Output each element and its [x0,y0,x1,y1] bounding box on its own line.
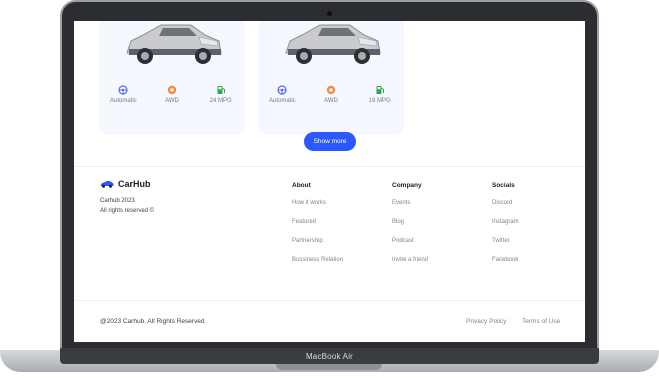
device-label: MacBook Air [305,352,354,361]
mpg-label: 19 MPG [368,98,391,104]
car-specs: Automatic AWD 24 MPG [99,85,245,104]
footer-link[interactable]: Twitter [492,238,519,244]
fuel-pump-icon [217,86,225,94]
footer-link[interactable]: Featured [292,219,343,225]
footer-link[interactable]: Instagram [492,219,519,225]
car-logo-icon [100,180,114,188]
footer-brand[interactable]: CarHub [100,179,151,189]
tire-icon [167,85,177,95]
footer-column-company: Company Events Blog Podcast Invite a fri… [392,182,428,276]
brand-name: CarHub [118,179,151,189]
drive-spec: AWD [150,85,194,104]
footer-link[interactable]: How it works [292,200,343,206]
footer-link[interactable]: Facebook [492,257,519,263]
transmission-label: Automatic [109,98,137,104]
transmission-label: Automatic [268,98,296,104]
drive-label: AWD [165,98,179,104]
footer-link[interactable]: Bussiness Relation [292,257,343,263]
footer-link[interactable]: Blog [392,219,428,225]
car-image [285,24,381,64]
footer-link[interactable]: Podcast [392,238,428,244]
mpg-label: 24 MPG [209,98,232,104]
fuel-pump-icon [376,86,384,94]
footer-column-about: About How it works Featured Partnership … [292,182,343,276]
transmission-spec: Automatic [101,85,145,104]
drive-spec: AWD [309,85,353,104]
car-image [126,24,222,64]
bottom-divider [74,300,585,301]
brand-rights: All rights reserved © [100,208,155,214]
transmission-spec: Automatic [260,85,304,104]
footer-link[interactable]: Invite a friend [392,257,428,263]
car-specs: Automatic AWD 19 MPG [258,85,404,104]
steering-wheel-icon [118,85,128,95]
mpg-spec: 24 MPG [199,85,243,104]
steering-wheel-icon [277,85,287,95]
copyright-text: @2023 Carhub. All Rights Reserved [100,318,205,325]
mpg-spec: 19 MPG [358,85,402,104]
column-title: Socials [492,182,515,189]
brand-year: Carhub 2023 [100,198,135,204]
column-title: Company [392,182,422,189]
footer-column-socials: Socials Discord Instagram Twitter Facebo… [492,182,519,276]
show-more-button[interactable]: Show more [304,132,356,151]
camera-dot [327,11,332,16]
screen: Automatic AWD 24 MPG Automatic AWD 19 MP… [74,21,585,342]
car-card[interactable]: Automatic AWD 19 MPG [258,21,404,135]
laptop-notch [276,364,382,370]
footer-divider [74,166,585,167]
privacy-policy-link[interactable]: Privacy Policy [466,318,506,325]
terms-of-use-link[interactable]: Terms of Use [522,318,560,325]
footer-link[interactable]: Partnership [292,238,343,244]
tire-icon [326,85,336,95]
drive-label: AWD [324,98,338,104]
column-title: About [292,182,311,189]
footer-link[interactable]: Events [392,200,428,206]
footer-link[interactable]: Discord [492,200,519,206]
car-card[interactable]: Automatic AWD 24 MPG [99,21,245,135]
